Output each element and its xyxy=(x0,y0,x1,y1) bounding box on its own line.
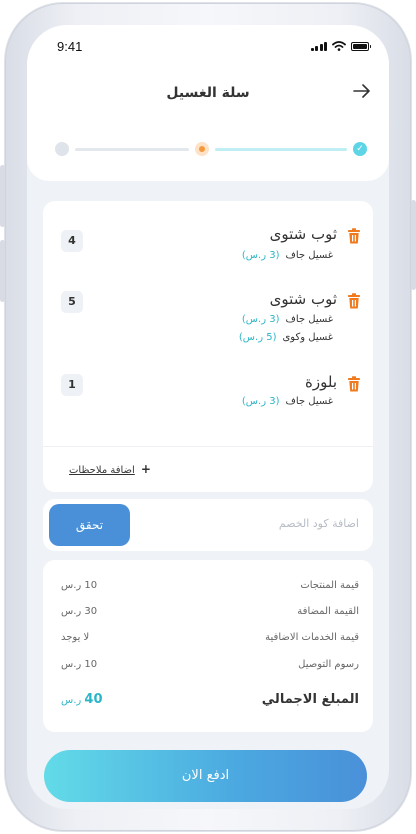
summary-row: رسوم التوصيل 10 ر.س xyxy=(43,659,373,675)
summary-row: قيمة الخدمات الاضافية لا يوجد xyxy=(43,632,373,648)
pay-now-button[interactable]: ادفع الان xyxy=(44,750,367,802)
total-value: 40 ر.س xyxy=(61,692,103,707)
trash-icon[interactable] xyxy=(347,376,361,392)
service-price: (3 ر.س) xyxy=(241,396,280,407)
order-summary-card: قيمة المنتجات 10 ر.س القيمة المضافة 30 ر… xyxy=(43,560,373,732)
service-name: غسيل جاف xyxy=(285,314,333,325)
add-notes-label: اضافة ملاحظات xyxy=(69,465,135,476)
step-1-check-icon: ✓ xyxy=(353,142,367,156)
battery-icon xyxy=(351,41,371,51)
arrow-right-icon[interactable] xyxy=(353,82,371,103)
service-price: (5 ر.س) xyxy=(238,332,277,343)
service-line: غسيل جاف (3 ر.س) xyxy=(242,314,333,325)
verify-button[interactable]: تحقق xyxy=(49,504,130,546)
service-name: غسيل جاف xyxy=(285,396,333,407)
summary-row: قيمة المنتجات 10 ر.س xyxy=(43,580,373,596)
power-button xyxy=(411,200,416,290)
step-3-dot xyxy=(55,142,69,156)
stepper-line-done xyxy=(215,148,347,151)
page-title: سلة الغسيل xyxy=(166,85,250,101)
item-name: ثوب شتوى xyxy=(269,225,337,243)
total-label: المبلغ الاجمالي xyxy=(261,692,359,707)
service-price: (3 ر.س) xyxy=(241,250,280,261)
volume-down-button xyxy=(0,240,5,302)
summary-row: القيمة المضافة 30 ر.س xyxy=(43,606,373,622)
summary-value: 10 ر.س xyxy=(61,580,98,591)
summary-value: 10 ر.س xyxy=(61,659,98,670)
quantity-badge[interactable]: 1 xyxy=(61,374,83,396)
summary-label: القيمة المضافة xyxy=(297,606,359,617)
summary-label: قيمة المنتجات xyxy=(300,580,359,591)
item-name: بلوزة xyxy=(305,373,337,391)
wifi-icon xyxy=(332,41,346,51)
status-icons xyxy=(310,41,371,51)
summary-label: قيمة الخدمات الاضافية xyxy=(265,632,359,643)
service-line: غسيل وكوى (5 ر.س) xyxy=(239,332,333,343)
service-line: غسيل جاف (3 ر.س) xyxy=(242,250,333,261)
service-name: غسيل جاف xyxy=(285,250,333,261)
summary-value: 30 ر.س xyxy=(61,606,98,617)
divider xyxy=(43,446,373,447)
discount-code-input[interactable]: اضافة كود الخصم xyxy=(279,517,359,530)
quantity-badge[interactable]: 5 xyxy=(61,291,83,313)
progress-stepper: ✓ xyxy=(49,141,367,157)
trash-icon[interactable] xyxy=(347,293,361,309)
cart-items-card: ثوب شتوى 4 غسيل جاف (3 ر.س) ثوب شتوى 5 غس… xyxy=(43,201,373,492)
plus-icon: + xyxy=(140,462,151,476)
header-card: 9:41 سلة الغسيل ✓ xyxy=(27,25,389,181)
app-screen: 9:41 سلة الغسيل ✓ ثوب شتوى 4 غسيل جاف(3 … xyxy=(27,25,389,809)
step-2-dot-current xyxy=(195,142,209,156)
volume-up-button xyxy=(0,165,5,227)
total-currency: ر.س xyxy=(61,695,82,706)
stepper-line-pending xyxy=(75,148,189,151)
discount-card: اضافة كود الخصم تحقق xyxy=(43,499,373,551)
quantity-badge[interactable]: 4 xyxy=(61,230,83,252)
total-row: المبلغ الاجمالي 40 ر.س xyxy=(43,692,373,712)
summary-label: رسوم التوصيل xyxy=(298,659,359,670)
service-name: غسيل وكوى xyxy=(282,332,333,343)
service-line: غسيل جاف (3 ر.س) xyxy=(242,396,333,407)
item-name: ثوب شتوى xyxy=(269,290,337,308)
service-price: (3 ر.س) xyxy=(241,314,280,325)
trash-icon[interactable] xyxy=(347,228,361,244)
add-notes-link[interactable]: + اضافة ملاحظات xyxy=(69,462,151,476)
total-amount: 40 xyxy=(84,692,103,707)
signal-icon xyxy=(310,41,327,51)
summary-value: لا يوجد xyxy=(61,632,90,643)
status-time: 9:41 xyxy=(57,39,83,54)
